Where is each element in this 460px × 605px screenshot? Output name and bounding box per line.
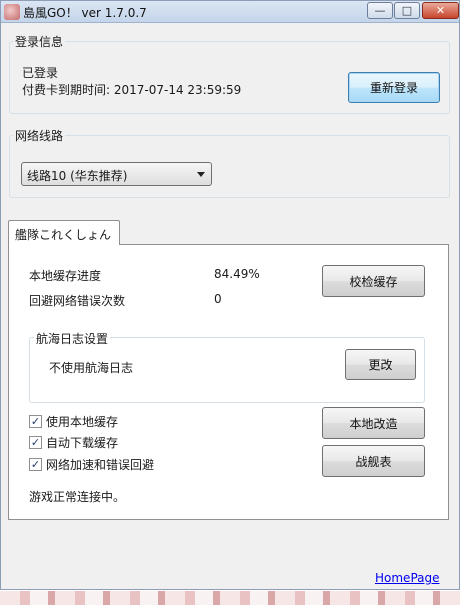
- auto-download-cache-label: 自动下载缓存: [46, 435, 119, 450]
- homepage-link[interactable]: HomePage: [375, 571, 440, 585]
- connection-status-text: 游戏正常连接中。: [29, 490, 126, 504]
- local-mod-button[interactable]: 本地改造: [322, 407, 425, 439]
- ship-list-button[interactable]: 战舰表: [322, 445, 425, 477]
- error-count-value: 0: [214, 292, 222, 306]
- cache-progress-label: 本地缓存进度: [29, 269, 102, 283]
- change-log-button[interactable]: 更改: [345, 349, 416, 380]
- error-count-label: 回避网络错误次数: [29, 294, 126, 308]
- relogin-button[interactable]: 重新登录: [348, 72, 440, 103]
- minimize-button[interactable]: —: [367, 2, 393, 19]
- auto-download-cache-checkbox[interactable]: ✓ 自动下载缓存: [29, 434, 118, 450]
- cache-progress-value: 84.49%: [214, 267, 260, 281]
- title-bar[interactable]: 島風GO！ ver 1.7.0.7 — □ ✕: [1, 1, 459, 23]
- login-group-legend: 登录信息: [13, 33, 66, 50]
- network-acceleration-label: 网络加速和错误回避: [46, 457, 155, 472]
- log-settings-legend: 航海日志设置: [34, 330, 111, 347]
- network-route-value: 线路10 (华东推荐): [27, 169, 128, 183]
- relogin-button-label: 重新登录: [369, 81, 418, 95]
- close-button[interactable]: ✕: [422, 2, 459, 19]
- verify-cache-button[interactable]: 校检缓存: [322, 265, 425, 297]
- main-window: 島風GO！ ver 1.7.0.7 — □ ✕ 登录信息 已登录 付费卡到期时间…: [0, 0, 460, 590]
- change-log-button-label: 更改: [368, 358, 393, 372]
- login-status: 已登录: [22, 66, 59, 80]
- app-icon: [4, 4, 20, 20]
- close-icon: ✕: [435, 4, 446, 17]
- window-title: 島風GO！ ver 1.7.0.7: [23, 6, 147, 20]
- check-icon: ✓: [29, 414, 42, 428]
- background-image-strip: [0, 591, 460, 605]
- maximize-icon: □: [401, 4, 413, 17]
- network-group-legend: 网络线路: [13, 127, 66, 144]
- check-icon: ✓: [29, 435, 42, 449]
- ship-list-button-label: 战舰表: [355, 454, 392, 469]
- network-route-select[interactable]: 线路10 (华东推荐): [21, 162, 212, 186]
- tab-panel: 本地缓存进度 84.49% 回避网络错误次数 0 校检缓存 航海日志设置 不使用…: [8, 244, 449, 520]
- minimize-icon: —: [374, 4, 386, 17]
- verify-cache-button-label: 校检缓存: [349, 274, 398, 289]
- check-icon: ✓: [29, 457, 42, 471]
- use-local-cache-checkbox[interactable]: ✓ 使用本地缓存: [29, 413, 118, 429]
- chevron-down-icon: [197, 172, 205, 177]
- tab-kancolle[interactable]: 艦隊これくしょん: [8, 220, 120, 245]
- tab-kancolle-label: 艦隊これくしょん: [15, 228, 112, 242]
- use-local-cache-label: 使用本地缓存: [46, 414, 119, 429]
- card-expiry-text: 付费卡到期时间: 2017-07-14 23:59:59: [22, 83, 242, 97]
- maximize-button[interactable]: □: [394, 2, 420, 19]
- local-mod-button-label: 本地改造: [349, 416, 398, 431]
- log-status-text: 不使用航海日志: [49, 361, 134, 375]
- network-acceleration-checkbox[interactable]: ✓ 网络加速和错误回避: [29, 456, 154, 472]
